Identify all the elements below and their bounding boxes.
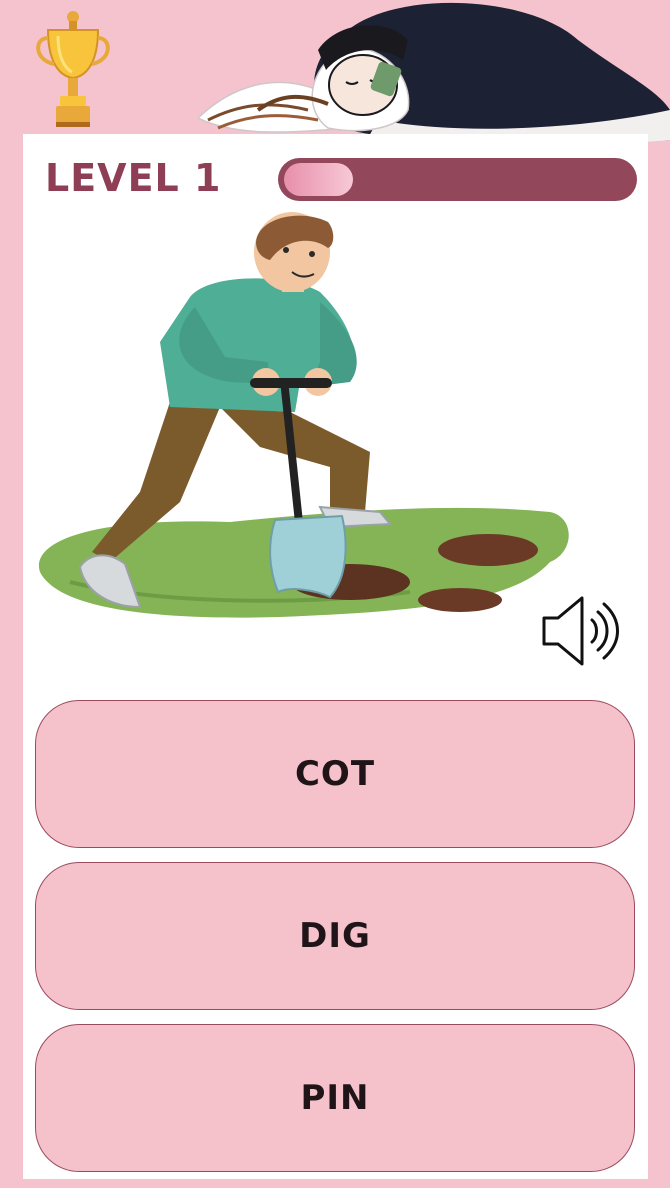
- play-sound-button[interactable]: [538, 592, 620, 670]
- trophy-icon: [36, 11, 110, 127]
- answer-label: DIG: [299, 916, 371, 956]
- level-progress-fill: [284, 163, 353, 196]
- answer-label: PIN: [300, 1078, 370, 1118]
- answer-button-dig[interactable]: DIG: [35, 862, 635, 1010]
- answer-button-pin[interactable]: PIN: [35, 1024, 635, 1172]
- answer-button-cot[interactable]: COT: [35, 700, 635, 848]
- answer-label: COT: [294, 754, 376, 794]
- level-label: LEVEL 1: [45, 156, 222, 200]
- sleeping-girl-illustration: [198, 2, 670, 146]
- man-digging-with-shovel-illustration: [38, 212, 569, 618]
- speaker-icon: [542, 596, 619, 666]
- level-progress-bar: [278, 158, 637, 201]
